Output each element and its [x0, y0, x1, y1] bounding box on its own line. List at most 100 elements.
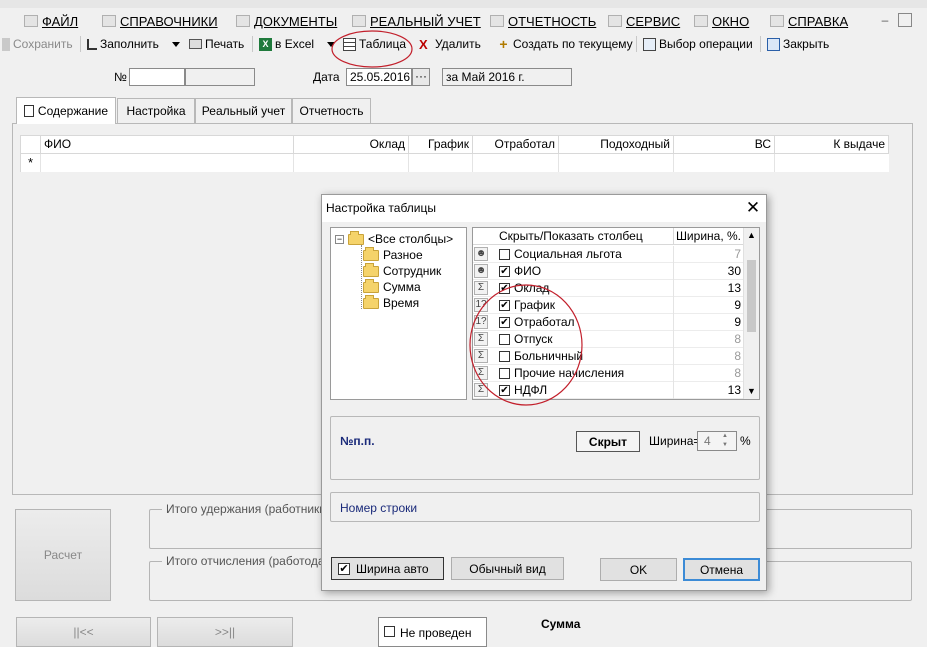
save-button[interactable]: Сохранить — [2, 36, 73, 52]
choose-operation-button[interactable]: Выбор операции — [643, 36, 753, 52]
menu-help[interactable]: СПРАВКА — [770, 13, 848, 29]
cell-divider — [673, 280, 674, 297]
auto-width-checkbox[interactable]: ✔ — [338, 562, 350, 575]
column-header-salary[interactable]: Оклад — [294, 136, 409, 154]
column-visibility-checkbox[interactable]: ✔ — [499, 300, 510, 311]
tree-item-misc[interactable]: Разное — [363, 246, 423, 263]
table-button[interactable]: Таблица — [343, 36, 406, 52]
tab-content[interactable]: Содержание — [16, 97, 116, 124]
tab-reporting[interactable]: Отчетность — [292, 98, 371, 123]
column-header-fio[interactable]: ФИО — [41, 136, 294, 154]
sum-icon: Σ — [474, 383, 488, 397]
scroll-up-icon[interactable]: ▲ — [744, 228, 759, 243]
width-spinner[interactable]: 4 ▲ ▼ — [697, 431, 737, 451]
column-header-vs[interactable]: ВС — [674, 136, 775, 154]
excel-dropdown-button[interactable] — [327, 36, 335, 52]
menu-service[interactable]: СЕРВИС — [608, 13, 680, 29]
create-from-current-button[interactable]: + Создать по текущему — [497, 36, 632, 52]
column-visibility-checkbox[interactable] — [499, 334, 510, 345]
menu-real-accounting[interactable]: РЕАЛЬНЫЙ УЧЕТ — [352, 13, 481, 29]
hidden-toggle-button[interactable]: Скрыт — [576, 431, 640, 452]
maximize-button[interactable] — [898, 13, 912, 27]
grid-cell[interactable] — [674, 154, 775, 172]
date-field[interactable]: 25.05.2016 — [346, 68, 412, 86]
column-visibility-checkbox[interactable]: ✔ — [499, 283, 510, 294]
column-header-income-tax[interactable]: Подоходный — [559, 136, 674, 154]
menu-reporting[interactable]: ОТЧЕТНОСТЬ — [490, 13, 596, 29]
tab-real-accounting[interactable]: Реальный учет — [195, 98, 292, 123]
column-row[interactable]: ☻ ✔ ФИО 30 — [473, 263, 759, 280]
grid-cell[interactable] — [775, 154, 889, 172]
menu-references[interactable]: СПРАВОЧНИКИ — [102, 13, 218, 29]
cancel-button[interactable]: Отмена — [683, 558, 760, 581]
tree-root[interactable]: − <Все столбцы> — [335, 230, 453, 247]
collapse-icon[interactable]: − — [335, 234, 344, 244]
menu-window[interactable]: ОКНО — [694, 13, 749, 29]
column-header-to-pay[interactable]: К выдаче — [775, 136, 889, 154]
column-row[interactable]: Σ ✔ Оклад 13 — [473, 280, 759, 297]
number-field[interactable] — [129, 68, 185, 86]
tree-item-time[interactable]: Время — [363, 294, 419, 311]
calculate-button[interactable]: Расчет — [15, 509, 111, 601]
window-title-strip — [0, 0, 927, 8]
column-row[interactable]: Σ Больничный 8 — [473, 348, 759, 365]
payroll-grid[interactable]: ФИО Оклад График Отработал Подоходный ВС… — [20, 135, 889, 172]
date-picker-button[interactable]: ··· — [412, 68, 430, 86]
column-width-value[interactable]: 8 — [734, 349, 741, 364]
delete-button[interactable]: X Удалить — [419, 36, 481, 52]
close-icon[interactable]: ✕ — [743, 198, 763, 218]
spinner-down-icon[interactable]: ▼ — [722, 442, 728, 448]
column-row[interactable]: Σ ✔ НДФЛ 13 — [473, 382, 759, 399]
fill-dropdown-button[interactable] — [172, 36, 180, 52]
column-width-value[interactable]: 8 — [734, 332, 741, 347]
normal-view-button[interactable]: Обычный вид — [451, 557, 564, 580]
grid-cell[interactable] — [41, 154, 294, 172]
chevron-down-icon — [327, 41, 335, 47]
tree-item-employee[interactable]: Сотрудник — [363, 262, 441, 279]
column-row[interactable]: 1? ✔ Отработал 9 — [473, 314, 759, 331]
column-row[interactable]: 1? ✔ График 9 — [473, 297, 759, 314]
grid-cell[interactable] — [559, 154, 674, 172]
close-button[interactable]: Закрыть — [767, 36, 829, 52]
column-visibility-grid[interactable]: Скрыть/Показать столбец Ширина, %. ☻ Соци… — [472, 227, 760, 400]
column-visibility-checkbox[interactable]: ✔ — [499, 385, 510, 396]
tab-settings[interactable]: Настройка — [117, 98, 195, 123]
column-visibility-checkbox[interactable] — [499, 351, 510, 362]
menu-documents[interactable]: ДОКУМЕНТЫ — [236, 13, 337, 29]
auto-width-toggle[interactable]: ✔ Ширина авто — [331, 557, 444, 580]
scroll-thumb[interactable] — [747, 260, 756, 332]
nav-last-button[interactable]: >>|| — [157, 617, 293, 647]
column-width-value[interactable]: 13 — [728, 383, 741, 398]
column-header-schedule[interactable]: График — [409, 136, 473, 154]
column-visibility-checkbox[interactable]: ✔ — [499, 266, 510, 277]
column-group-tree[interactable]: − <Все столбцы> Разное Сотрудник Сумма В… — [330, 227, 467, 400]
not-posted-checkbox[interactable] — [384, 626, 395, 637]
column-width-value[interactable]: 7 — [734, 247, 741, 262]
column-row[interactable]: Σ Прочие начисления 8 — [473, 365, 759, 382]
grid-cell[interactable] — [473, 154, 559, 172]
column-header-worked[interactable]: Отработал — [473, 136, 559, 154]
nav-first-button[interactable]: ||<< — [16, 617, 151, 647]
column-visibility-checkbox[interactable] — [499, 249, 510, 260]
column-row[interactable]: ☻ Социальная льгота 7 — [473, 246, 759, 263]
column-visibility-checkbox[interactable] — [499, 368, 510, 379]
column-width-value[interactable]: 30 — [728, 264, 741, 279]
fill-button[interactable]: Заполнить — [87, 36, 159, 52]
column-row[interactable]: Σ Отпуск 8 — [473, 331, 759, 348]
column-visibility-checkbox[interactable]: ✔ — [499, 317, 510, 328]
excel-button[interactable]: X в Excel — [259, 36, 314, 52]
column-width-value[interactable]: 8 — [734, 366, 741, 381]
grid-cell[interactable] — [294, 154, 409, 172]
grid-cell[interactable] — [409, 154, 473, 172]
minimize-button[interactable]: – — [878, 14, 892, 28]
menu-file[interactable]: ФАЙЛ — [24, 13, 78, 29]
scroll-down-icon[interactable]: ▼ — [744, 384, 759, 399]
column-width-value[interactable]: 9 — [734, 298, 741, 313]
spinner-up-icon[interactable]: ▲ — [722, 433, 728, 439]
column-width-value[interactable]: 9 — [734, 315, 741, 330]
print-button[interactable]: Печать — [189, 36, 244, 52]
tree-item-sum[interactable]: Сумма — [363, 278, 421, 295]
vertical-scrollbar[interactable]: ▲ ▼ — [743, 228, 759, 399]
ok-button[interactable]: OK — [600, 558, 677, 581]
column-width-value[interactable]: 13 — [728, 281, 741, 296]
